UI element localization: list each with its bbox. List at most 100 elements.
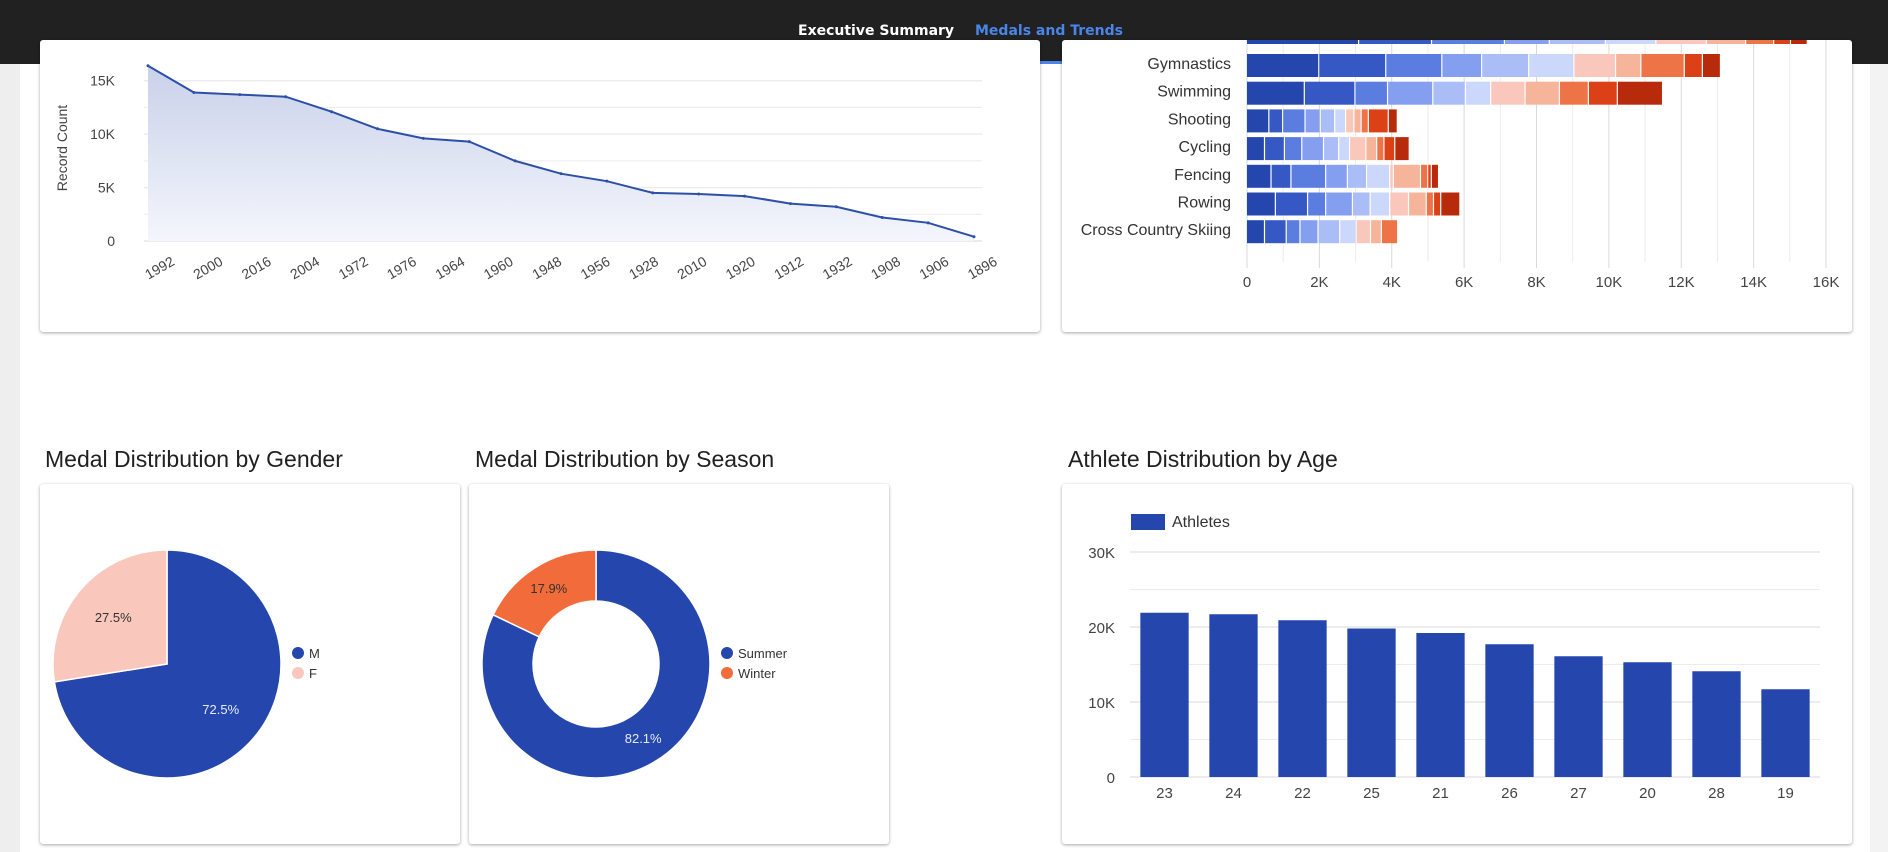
- age-bar: [1416, 633, 1465, 777]
- sports-bar-segment: [1247, 54, 1319, 77]
- sport-medals-chart: 0 2K 4K 6K 8K 10K 12K 14K 16K Gymnastics Swimming S…: [1081, 40, 1839, 291]
- gender-legend-marker: [292, 647, 304, 659]
- sports-bar-segment: [1384, 137, 1395, 161]
- trend-data-point: [559, 172, 563, 176]
- sports-bar-segment: [1308, 192, 1326, 216]
- sports-bar-segment: [1388, 109, 1397, 133]
- sports-bar-segment: [1426, 192, 1433, 216]
- trend-data-point: [834, 205, 838, 209]
- sports-bar-segment: [1324, 137, 1339, 161]
- gender-chart-title: Medal Distribution by Gender: [45, 446, 343, 472]
- sports-category-label: Cross Country Skiing: [1081, 222, 1231, 239]
- trend-x-tick-label: 2010: [674, 253, 709, 283]
- trend-data-point: [880, 215, 884, 219]
- sports-bar-segment: [1291, 164, 1326, 188]
- sports-bar-segment: [1746, 40, 1774, 44]
- trend-data-point: [467, 140, 471, 144]
- sports-bar-segment: [1421, 164, 1428, 188]
- sports-bar-segment: [1371, 220, 1381, 244]
- age-x-tick-label: 25: [1363, 785, 1380, 802]
- trend-x-tick-label: 1920: [723, 253, 758, 283]
- sports-bar-segment: [1326, 164, 1347, 188]
- trend-data-point: [697, 192, 701, 196]
- season-donut-chart: 82.1% 17.9% Summer Winter: [481, 549, 788, 779]
- age-x-tick-label: 27: [1570, 785, 1587, 802]
- trend-x-tick-label: 1896: [965, 253, 1000, 283]
- age-x-tick-label: 28: [1708, 785, 1725, 802]
- trend-data-point: [743, 194, 747, 198]
- gender-slice-value-label: 72.5%: [202, 702, 239, 717]
- sports-bar-segment: [1393, 164, 1420, 188]
- sports-bar-segment: [1684, 54, 1702, 77]
- season-chart-title: Medal Distribution by Season: [475, 446, 775, 472]
- sports-category-label: Gymnastics: [1147, 56, 1231, 73]
- trend-data-point: [926, 221, 930, 225]
- sports-bar-segment: [1702, 54, 1720, 77]
- age-legend-marker: [1131, 514, 1165, 530]
- trend-data-point: [192, 90, 196, 94]
- age-y-tick-label: 30K: [1088, 545, 1115, 562]
- sports-bar-segment: [1300, 220, 1318, 244]
- sports-bar-segment: [1616, 54, 1641, 77]
- sports-bar-segment: [1367, 164, 1390, 188]
- trend-data-point: [651, 191, 655, 195]
- sports-bar-segment: [1390, 164, 1393, 188]
- sports-bar-segment: [1491, 81, 1525, 105]
- age-bar: [1485, 644, 1534, 777]
- sports-bar-segment: [1525, 81, 1559, 105]
- sports-bar-segment: [1318, 220, 1340, 244]
- sports-category-label: Rowing: [1178, 195, 1231, 212]
- sports-bar-segment: [1353, 192, 1370, 216]
- trend-x-tick-label: 2000: [190, 253, 225, 283]
- tab-executive-summary[interactable]: Executive Summary: [798, 23, 954, 39]
- sports-bar-segment: [1482, 54, 1529, 77]
- gender-pie-chart: 72.5% 27.5% MF: [52, 549, 320, 779]
- sports-bar-segment: [1350, 137, 1366, 161]
- trend-x-tick-label: 2004: [287, 253, 322, 283]
- sports-bar-segment: [1588, 81, 1617, 105]
- sports-bar-segment: [1265, 137, 1284, 161]
- sports-bar-segment: [1247, 109, 1269, 133]
- trend-data-point: [146, 64, 150, 68]
- sports-bar-segment: [1286, 220, 1300, 244]
- gender-legend-label: F: [309, 666, 317, 681]
- trend-x-tick-label: 1928: [626, 253, 661, 283]
- gender-card: 72.5% 27.5% M F: [40, 484, 460, 844]
- sports-bar-segment: [1355, 81, 1387, 105]
- sports-bar-segment: [1359, 40, 1431, 44]
- sports-bar-segment: [1386, 54, 1442, 77]
- season-legend-marker: [721, 647, 733, 659]
- sports-bar-segment: [1529, 54, 1574, 77]
- tab-medals-and-trends[interactable]: Medals and Trends: [975, 23, 1123, 39]
- trend-data-point: [284, 95, 288, 99]
- sports-bar-segment: [1275, 192, 1307, 216]
- age-x-tick-label: 24: [1225, 785, 1242, 802]
- sports-bar-segment: [1302, 137, 1323, 161]
- page-scrollbar-track[interactable]: [1870, 64, 1888, 852]
- trend-x-tick-label: 2016: [239, 253, 274, 283]
- age-bar: [1554, 656, 1603, 777]
- season-slice-value-label: 17.9%: [530, 581, 567, 596]
- age-bar-chart: 0 10K 20K 30K Athletes 23 24 22 25 21 26 27 20 28 19: [1088, 514, 1820, 802]
- trend-x-tick-label: 1976: [384, 253, 419, 283]
- age-bar: [1623, 662, 1672, 777]
- age-y-tick-label: 20K: [1088, 620, 1115, 637]
- sports-bar-segment: [1326, 192, 1352, 216]
- season-legend-marker: [721, 667, 733, 679]
- sports-bar-segment: [1381, 220, 1398, 244]
- sports-bar-segment: [1247, 192, 1275, 216]
- trend-data-point: [513, 159, 517, 163]
- age-y-tick-label: 10K: [1088, 695, 1115, 712]
- age-x-tick-label: 23: [1156, 785, 1173, 802]
- trend-y-tick-label: 10K: [90, 126, 116, 142]
- age-bar: [1692, 671, 1741, 777]
- age-bar: [1209, 614, 1258, 777]
- sports-bar-segment: [1368, 109, 1388, 133]
- sports-bar-segment: [1617, 81, 1662, 105]
- sports-bar-segment: [1605, 40, 1656, 44]
- age-x-tick-label: 20: [1639, 785, 1656, 802]
- trend-data-point: [238, 93, 242, 97]
- sports-x-tick-label: 10K: [1596, 274, 1623, 291]
- sports-bar-segment: [1319, 54, 1386, 77]
- sports-bar-segment: [1340, 220, 1356, 244]
